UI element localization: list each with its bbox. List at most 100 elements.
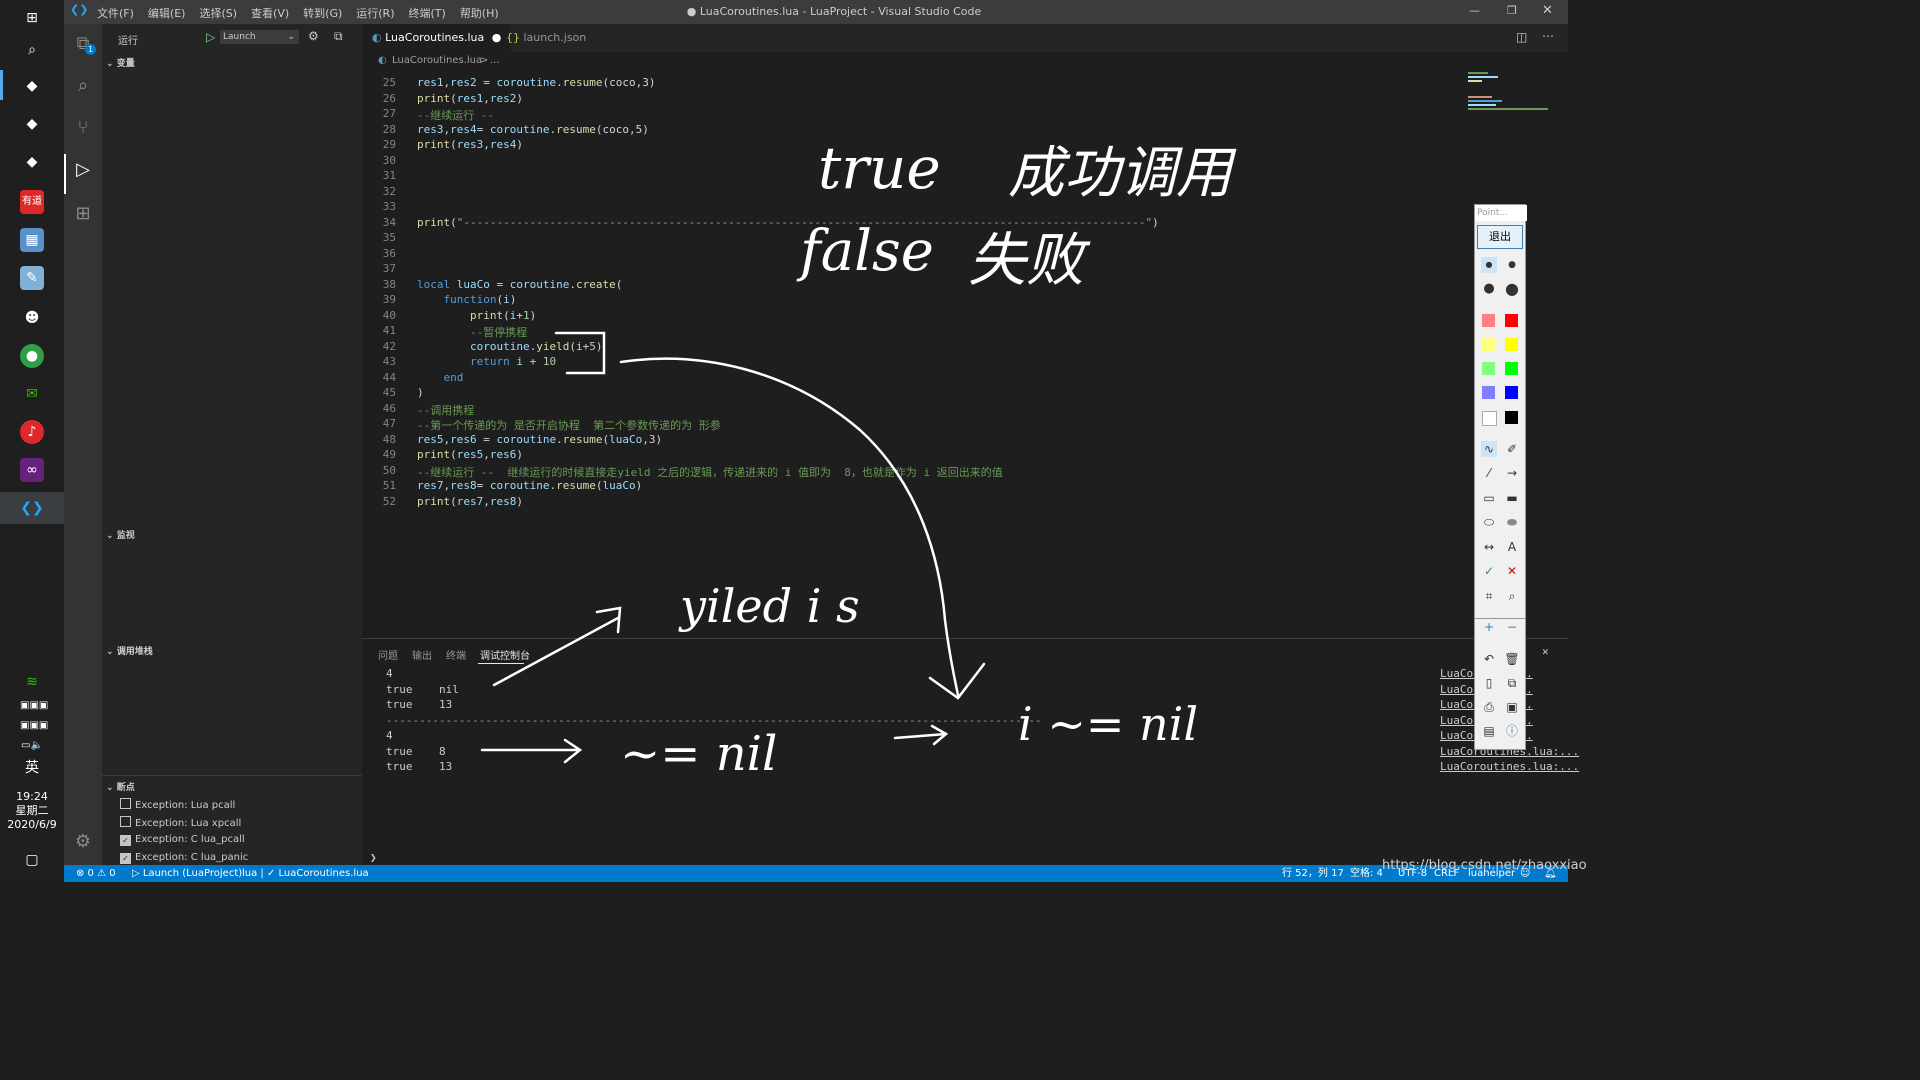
text-tool-icon[interactable]: A [1504, 539, 1520, 555]
search-icon[interactable]: ⌕ [20, 38, 44, 62]
split-editor-icon[interactable]: ◫ [1516, 30, 1527, 44]
check-tool-icon[interactable]: ✓ [1481, 563, 1497, 579]
breakpoint-item[interactable]: Exception: Lua xpcall [120, 816, 241, 829]
code-line[interactable]: print(res5,res6) [417, 448, 523, 461]
code-editor[interactable]: 25 res1,res2 = coroutine.resume(coco,3) 26… [362, 70, 1462, 636]
breakpoint-checkbox[interactable]: ✓ [120, 853, 131, 864]
screenshot-app-icon[interactable]: ▦ [20, 228, 44, 252]
print-icon[interactable]: ⎙ [1481, 699, 1497, 715]
minimap[interactable] [1462, 70, 1558, 160]
line-tool-icon[interactable]: ⁄ [1481, 465, 1497, 481]
save-icon[interactable]: ▣ [1504, 699, 1520, 715]
source-control-icon[interactable]: ⑂ [73, 118, 93, 138]
menu-item[interactable]: 终端(T) [409, 5, 446, 21]
paint-app-icon[interactable]: ✎ [20, 266, 44, 290]
double-arrow-tool-icon[interactable]: ↔ [1481, 539, 1497, 555]
variables-section-header[interactable]: ⌄ 变量 [106, 56, 135, 69]
breakpoint-checkbox[interactable] [120, 798, 131, 809]
color-light-red[interactable] [1482, 314, 1495, 327]
cursor-position[interactable]: 行 52，列 17 [1282, 865, 1344, 882]
problems-status[interactable]: ⊗ 0 ⚠ 0 [76, 865, 116, 882]
color-light-green[interactable] [1482, 362, 1495, 375]
start-debugging-icon[interactable]: ▷ [206, 30, 215, 44]
breakpoint-item[interactable]: ✓ Exception: C lua_panic [120, 852, 248, 864]
menu-item[interactable]: 选择(S) [199, 5, 237, 21]
unity-icon[interactable]: ◆ [20, 112, 44, 136]
close-icon[interactable]: ✕ [1542, 3, 1553, 18]
zoom-tool-icon[interactable]: ⌕ [1504, 588, 1520, 604]
breakpoints-section-header[interactable]: ⌄ 断点 [106, 780, 135, 793]
freehand-tool-icon[interactable]: ∿ [1481, 441, 1497, 457]
pen-size-xlarge-icon[interactable]: ● [1504, 281, 1520, 297]
undo-icon[interactable]: ↶ [1481, 651, 1497, 667]
windows-start-icon[interactable]: ⊞ [20, 6, 44, 30]
chrome-icon[interactable]: ● [20, 344, 44, 368]
color-light-blue[interactable] [1482, 386, 1495, 399]
code-line[interactable]: end [417, 371, 464, 384]
language-status[interactable]: lua | ✓ LuaCoroutines.lua [242, 865, 369, 882]
color-white[interactable] [1482, 411, 1497, 426]
settings-gear-icon[interactable]: ⚙ [73, 832, 93, 852]
menu-item[interactable]: 运行(R) [356, 5, 394, 21]
ellipse-tool-icon[interactable]: ⬭ [1481, 514, 1497, 530]
tab-luacoroutines[interactable]: ◐ LuaCoroutines.lua ● [362, 24, 512, 52]
code-line[interactable]: print(res3,res4) [417, 138, 523, 151]
color-blue[interactable] [1505, 386, 1518, 399]
search-icon[interactable]: ⌕ [73, 76, 93, 96]
arrow-tool-icon[interactable]: → [1504, 465, 1520, 481]
pen-size-small-icon[interactable]: ● [1481, 257, 1497, 273]
ime-indicator[interactable]: 英 [20, 756, 44, 780]
code-line[interactable]: print(res1,res2) [417, 92, 523, 105]
run-debug-icon[interactable]: ▷ [73, 160, 93, 180]
code-line[interactable]: res3,res4= coroutine.resume(coco,5) [417, 123, 649, 136]
menu-item[interactable]: 帮助(H) [460, 5, 499, 21]
menu-item[interactable]: 编辑(E) [148, 5, 186, 21]
visual-studio-icon[interactable]: ∞ [20, 458, 44, 482]
wifi-icon[interactable]: ≋ [20, 670, 44, 694]
info-icon[interactable]: ⓘ [1504, 723, 1520, 739]
panel-tab[interactable]: 调试控制台 [480, 647, 530, 662]
watch-section-header[interactable]: ⌄ 监视 [106, 528, 135, 541]
code-line[interactable]: local luaCo = coroutine.create( [417, 278, 622, 291]
screenshot-icon[interactable]: ▤ [1481, 723, 1497, 739]
clock[interactable]: 19:24 星期二 2020/6/9 [0, 790, 64, 832]
breadcrumb-rest[interactable]: ... [490, 55, 500, 66]
code-line[interactable]: ) [417, 386, 424, 399]
volume-icon[interactable]: ▭🔈 [20, 734, 44, 758]
menu-item[interactable]: 查看(V) [251, 5, 289, 21]
code-line[interactable]: function(i) [417, 293, 517, 306]
minimize-icon[interactable]: — [1469, 4, 1480, 17]
callstack-section-header[interactable]: ⌄ 调用堆栈 [106, 644, 153, 657]
color-black[interactable] [1505, 411, 1518, 424]
code-line[interactable]: coroutine.yield(i+5) [417, 340, 602, 353]
color-light-yellow[interactable] [1482, 338, 1495, 351]
exit-button[interactable]: 退出 [1477, 225, 1523, 249]
qq-icon[interactable]: ☻ [20, 306, 44, 330]
breakpoint-item[interactable]: Exception: Lua pcall [120, 798, 235, 811]
youdao-icon[interactable]: 有道 [20, 190, 44, 214]
code-line[interactable]: print(i+1) [417, 309, 536, 322]
vscode-icon[interactable]: ❮❯ [20, 496, 44, 520]
launch-config-select[interactable]: Launch ⌄ [220, 30, 299, 44]
more-actions-icon[interactable]: ⋯ [1542, 29, 1554, 43]
code-line[interactable]: --调用携程 [417, 402, 474, 418]
code-line[interactable]: res5,res6 = coroutine.resume(luaCo,3) [417, 433, 662, 446]
highlighter-tool-icon[interactable]: ✐ [1504, 441, 1520, 457]
pen-size-medium-icon[interactable]: ● [1504, 257, 1520, 273]
source-link[interactable]: LuaCoroutines.lua:... [1440, 760, 1579, 773]
color-yellow[interactable] [1505, 338, 1518, 351]
filled-ellipse-tool-icon[interactable]: ⬬ [1504, 514, 1520, 530]
code-line[interactable]: --继续运行 -- [417, 107, 494, 123]
notification-icon[interactable]: ▢ [20, 848, 44, 872]
panel-tab[interactable]: 问题 [378, 647, 398, 662]
code-line[interactable]: print(res7,res8) [417, 495, 523, 508]
zoom-out-icon[interactable]: − [1504, 619, 1520, 635]
restore-icon[interactable]: ❐ [1507, 4, 1517, 17]
unity-icon[interactable]: ◆ [20, 150, 44, 174]
cross-tool-icon[interactable]: ✕ [1504, 563, 1520, 579]
panel-tab[interactable]: 输出 [412, 647, 432, 662]
breadcrumb-file[interactable]: LuaCoroutines.lua [392, 55, 482, 66]
trash-icon[interactable]: 🗑︎ [1504, 651, 1520, 667]
menu-item[interactable]: 文件(F) [97, 5, 134, 21]
color-red[interactable] [1505, 314, 1518, 327]
